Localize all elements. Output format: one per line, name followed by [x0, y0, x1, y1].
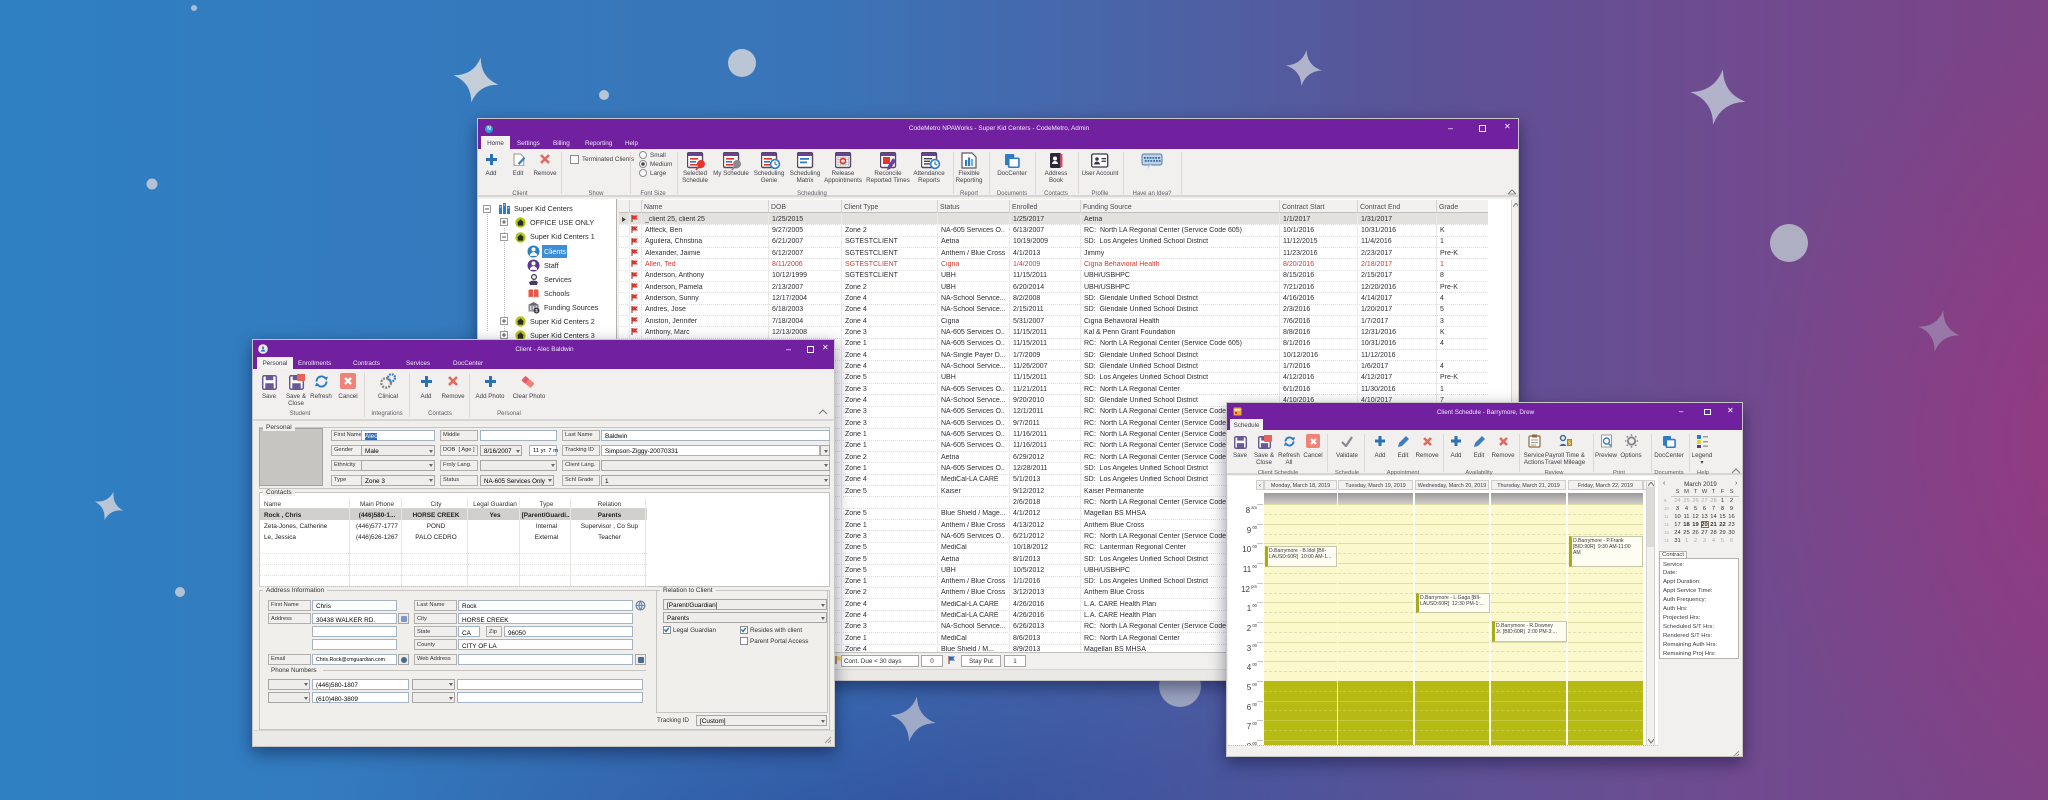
svg-text:$: $	[1568, 441, 1571, 447]
